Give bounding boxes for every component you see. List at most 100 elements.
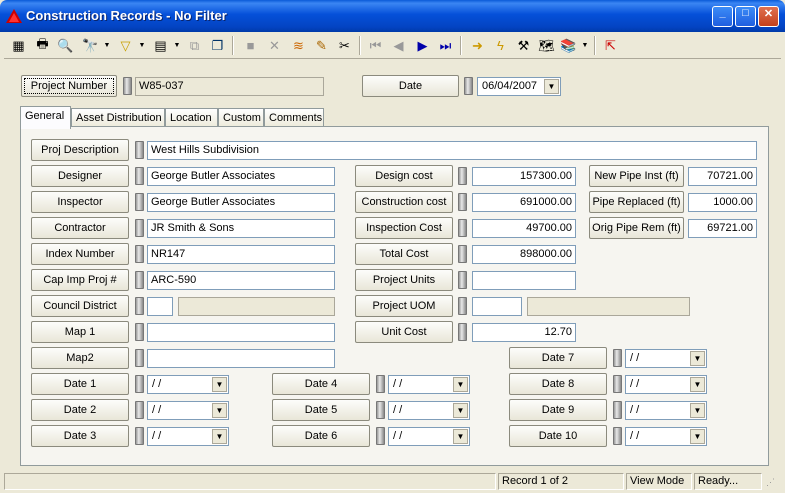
cut-icon[interactable]: ✂ (334, 35, 355, 56)
project-units-button[interactable]: Project Units (355, 269, 453, 291)
grip-handle[interactable] (376, 427, 385, 445)
chevron-down-icon[interactable]: ▼ (690, 377, 705, 392)
grip-handle[interactable] (613, 349, 622, 367)
form-view-dropdown-icon[interactable]: ▼ (172, 35, 182, 56)
total-cost-button[interactable]: Total Cost (355, 243, 453, 265)
find-dropdown-icon[interactable]: ▼ (102, 35, 112, 56)
cap-imp-proj-field[interactable]: ARC-590 (147, 271, 335, 290)
tools-icon[interactable]: ⚒ (513, 35, 534, 56)
map2-field[interactable] (147, 349, 335, 368)
tab-location[interactable]: Location (165, 108, 218, 128)
map1-button[interactable]: Map 1 (31, 321, 129, 343)
date10-button[interactable]: Date 10 (509, 425, 607, 447)
last-record-icon[interactable]: ⏭ (435, 35, 456, 56)
edit-pencil-icon[interactable]: ✎ (311, 35, 332, 56)
lightning-icon[interactable]: ϟ (490, 35, 511, 56)
grip-handle[interactable] (135, 297, 144, 315)
grip-handle[interactable] (376, 401, 385, 419)
grip-handle[interactable] (135, 401, 144, 419)
maximize-button[interactable]: □ (735, 6, 756, 27)
contractor-button[interactable]: Contractor (31, 217, 129, 239)
index-number-button[interactable]: Index Number (31, 243, 129, 265)
map2-button[interactable]: Map2 (31, 347, 129, 369)
resize-grip-icon[interactable]: ⋰ (766, 477, 778, 489)
map-icon[interactable]: 🗺 (536, 35, 557, 56)
date4-combo[interactable]: / / ▼ (388, 375, 470, 394)
pipe-replaced-button[interactable]: Pipe Replaced (ft) (589, 191, 684, 213)
cap-imp-proj-button[interactable]: Cap Imp Proj # (31, 269, 129, 291)
tab-comments[interactable]: Comments (264, 108, 324, 128)
print-icon[interactable]: 🖶 (32, 35, 53, 56)
date2-button[interactable]: Date 2 (31, 399, 129, 421)
chevron-down-icon[interactable]: ▼ (453, 429, 468, 444)
grip-handle[interactable] (135, 323, 144, 341)
date-combo[interactable]: 06/04/2007 ▼ (477, 77, 561, 96)
unit-cost-button[interactable]: Unit Cost (355, 321, 453, 343)
grip-handle[interactable] (464, 77, 473, 95)
date7-combo[interactable]: / / ▼ (625, 349, 707, 368)
inspection-cost-field[interactable]: 49700.00 (472, 219, 576, 238)
close-button[interactable]: ✕ (758, 6, 779, 27)
grip-handle[interactable] (458, 297, 467, 315)
chevron-down-icon[interactable]: ▼ (212, 429, 227, 444)
grip-handle[interactable] (135, 271, 144, 289)
books-icon[interactable]: 📚 (558, 35, 579, 56)
next-record-icon[interactable]: ▶ (412, 35, 433, 56)
chevron-down-icon[interactable]: ▼ (212, 403, 227, 418)
date1-combo[interactable]: / / ▼ (147, 375, 229, 394)
new-pipe-inst-button[interactable]: New Pipe Inst (ft) (589, 165, 684, 187)
grip-handle[interactable] (135, 219, 144, 237)
grip-handle[interactable] (458, 219, 467, 237)
orig-pipe-rem-field[interactable]: 69721.00 (688, 219, 757, 238)
inspector-button[interactable]: Inspector (31, 191, 129, 213)
chevron-down-icon[interactable]: ▼ (453, 403, 468, 418)
date-button[interactable]: Date (362, 75, 459, 97)
date8-combo[interactable]: / / ▼ (625, 375, 707, 394)
project-units-field[interactable] (472, 271, 576, 290)
inspector-field[interactable]: George Butler Associates (147, 193, 335, 212)
inspection-cost-button[interactable]: Inspection Cost (355, 217, 453, 239)
grip-handle[interactable] (458, 245, 467, 263)
stack-icon[interactable]: ≋ (288, 35, 309, 56)
date9-combo[interactable]: / / ▼ (625, 401, 707, 420)
tab-custom[interactable]: Custom (218, 108, 264, 128)
chevron-down-icon[interactable]: ▼ (690, 351, 705, 366)
tab-general[interactable]: General (20, 106, 71, 129)
grip-handle[interactable] (613, 375, 622, 393)
date8-button[interactable]: Date 8 (509, 373, 607, 395)
date5-combo[interactable]: / / ▼ (388, 401, 470, 420)
grip-handle[interactable] (613, 427, 622, 445)
project-uom-field[interactable] (472, 297, 522, 316)
form-view-icon[interactable]: ▤ (150, 35, 171, 56)
council-district-field[interactable] (147, 297, 173, 316)
date4-button[interactable]: Date 4 (272, 373, 370, 395)
date7-button[interactable]: Date 7 (509, 347, 607, 369)
minimize-button[interactable]: _ (712, 6, 733, 27)
copy-record-icon[interactable]: ⧉ (184, 35, 205, 56)
grip-handle[interactable] (458, 323, 467, 341)
orig-pipe-rem-button[interactable]: Orig Pipe Rem (ft) (589, 217, 684, 239)
designer-button[interactable]: Designer (31, 165, 129, 187)
map1-field[interactable] (147, 323, 335, 342)
construction-cost-field[interactable]: 691000.00 (472, 193, 576, 212)
print-preview-icon[interactable]: 🔍 (55, 35, 76, 56)
design-cost-field[interactable]: 157300.00 (472, 167, 576, 186)
date10-combo[interactable]: / / ▼ (625, 427, 707, 446)
date2-combo[interactable]: / / ▼ (147, 401, 229, 420)
new-pipe-inst-field[interactable]: 70721.00 (688, 167, 757, 186)
grip-handle[interactable] (123, 77, 132, 95)
filter-icon[interactable]: ▽ (115, 35, 136, 56)
grip-handle[interactable] (458, 193, 467, 211)
council-district-button[interactable]: Council District (31, 295, 129, 317)
grip-handle[interactable] (135, 427, 144, 445)
date3-button[interactable]: Date 3 (31, 425, 129, 447)
grip-handle[interactable] (135, 193, 144, 211)
date6-combo[interactable]: / / ▼ (388, 427, 470, 446)
date6-button[interactable]: Date 6 (272, 425, 370, 447)
goto-arrow-icon[interactable]: ➜ (467, 35, 488, 56)
export-icon[interactable]: ⇱ (600, 35, 621, 56)
index-number-field[interactable]: NR147 (147, 245, 335, 264)
designer-field[interactable]: George Butler Associates (147, 167, 335, 186)
date1-button[interactable]: Date 1 (31, 373, 129, 395)
proj-description-button[interactable]: Proj Description (31, 139, 129, 161)
